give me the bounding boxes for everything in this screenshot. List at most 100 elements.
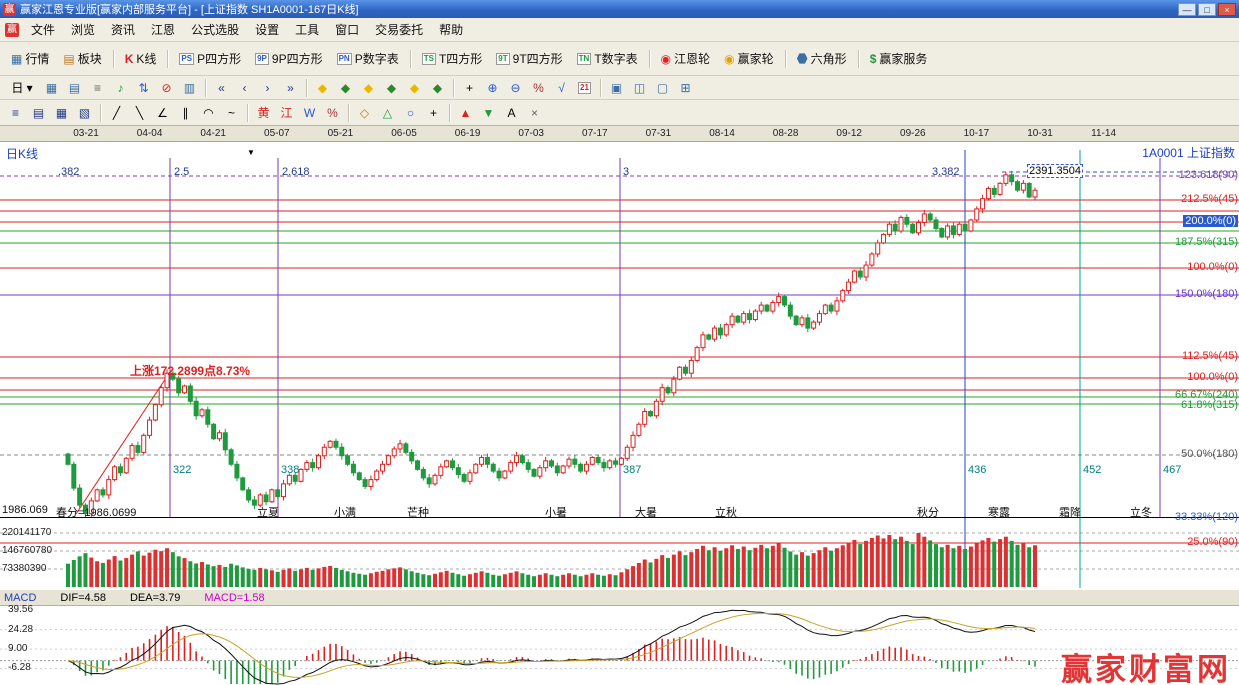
winner-wheel-button[interactable]: ◉赢家轮 — [717, 46, 781, 71]
app-menu-icon[interactable]: 赢 — [5, 23, 19, 37]
menu-browse[interactable]: 浏览 — [63, 20, 103, 40]
cross-line-tool-button[interactable]: + — [422, 102, 445, 123]
trend-line-tool-button[interactable]: ╱ — [105, 102, 128, 123]
diamond-marker-4-button[interactable]: ◆ — [380, 77, 403, 98]
menu-file[interactable]: 文件 — [23, 20, 63, 40]
next-bar-button[interactable]: › — [256, 77, 279, 98]
arc-tool-button[interactable]: ◠ — [197, 102, 220, 123]
volume-chart[interactable] — [0, 520, 1239, 590]
sound-alert-button[interactable]: ♪ — [109, 77, 132, 98]
crosshair-button[interactable]: + — [458, 77, 481, 98]
wave-tool-button[interactable]: ~ — [220, 102, 243, 123]
quote-list-button[interactable]: ▤ — [63, 77, 86, 98]
sectors-button[interactable]: ▤板块 — [56, 46, 108, 71]
text-label-tool-button[interactable]: A — [500, 102, 523, 123]
gann-angle-tool-button[interactable]: ∠ — [151, 102, 174, 123]
menu-trade-order[interactable]: 交易委托 — [367, 20, 431, 40]
menu-tools[interactable]: 工具 — [287, 20, 327, 40]
board-view-button[interactable]: ▦ — [40, 77, 63, 98]
percent-scale-icon: % — [533, 82, 544, 94]
rhombus-tool-button[interactable]: ◇ — [353, 102, 376, 123]
zoom-out-button[interactable]: ⊖ — [504, 77, 527, 98]
first-bar-button[interactable]: « — [210, 77, 233, 98]
diamond-marker-6-button[interactable]: ◆ — [426, 77, 449, 98]
last-bar-button[interactable]: » — [279, 77, 302, 98]
percent-line-tool-button[interactable]: % — [321, 102, 344, 123]
t-number-table-button[interactable]: TNT数字表 — [570, 46, 645, 71]
menu-settings[interactable]: 设置 — [247, 20, 287, 40]
p-square-button[interactable]: PSP四方形 — [172, 46, 248, 71]
date-tick-04-21: 04-21 — [200, 128, 226, 139]
split-pane-button[interactable]: ◫ — [628, 77, 651, 98]
erase-tool-button[interactable]: × — [523, 102, 546, 123]
diamond-marker-5-button[interactable]: ◆ — [403, 77, 426, 98]
menu-formula-stock-pick[interactable]: 公式选股 — [183, 20, 247, 40]
zoom-in-button[interactable]: ⊕ — [481, 77, 504, 98]
toolbar-separator — [785, 50, 786, 68]
golden-section-tool-button[interactable]: 黄 — [252, 102, 275, 123]
date-tick-08-14: 08-14 — [709, 128, 735, 139]
channel-tool-button[interactable]: ∥ — [174, 102, 197, 123]
grid-lines-tool-button[interactable]: ▤ — [27, 102, 50, 123]
9t-square-button[interactable]: 9T9T四方形 — [489, 46, 569, 71]
menu-bar: 赢 文件浏览资讯江恩公式选股设置工具窗口交易委托帮助 — [0, 18, 1239, 42]
w-pattern-tool-button[interactable]: W — [298, 102, 321, 123]
candlestick-chart[interactable] — [0, 142, 1239, 520]
maximize-button[interactable]: □ — [1198, 3, 1216, 16]
date-tick-03-21: 03-21 — [73, 128, 99, 139]
menu-news[interactable]: 资讯 — [103, 20, 143, 40]
info-list-button[interactable]: ≡ — [86, 77, 109, 98]
minimize-button[interactable]: — — [1178, 3, 1196, 16]
prev-bar-button[interactable]: ‹ — [233, 77, 256, 98]
gann-grid-tool-button[interactable]: ▦ — [50, 102, 73, 123]
menu-window[interactable]: 窗口 — [327, 20, 367, 40]
info-list-icon: ≡ — [94, 82, 101, 94]
sell-signal-tool-button[interactable]: ▼ — [477, 102, 500, 123]
gann-wheel-button[interactable]: ◉江恩轮 — [654, 46, 718, 71]
hexagon-button[interactable]: 六角形 — [790, 46, 854, 71]
grid-pane-button[interactable]: ⊞ — [674, 77, 697, 98]
buy-signal-tool-button[interactable]: ▲ — [454, 102, 477, 123]
macd-pane[interactable] — [0, 606, 1239, 685]
period-day-button[interactable]: 日 ▾ — [4, 77, 40, 98]
percent-scale-button[interactable]: % — [527, 77, 550, 98]
t-square-button[interactable]: TST四方形 — [415, 46, 490, 71]
price-chart-pane[interactable] — [0, 142, 1239, 520]
date-tick-06-19: 06-19 — [455, 128, 481, 139]
toolbar-separator — [113, 50, 114, 68]
blank-pane-button[interactable]: ▢ — [651, 77, 674, 98]
kline-icon: K — [125, 53, 134, 65]
toolbar-separator — [247, 104, 248, 122]
toolbar-separator — [205, 79, 206, 97]
close-button[interactable]: × — [1218, 3, 1236, 16]
kline-button[interactable]: KK线 — [118, 46, 164, 71]
volume-pane[interactable] — [0, 520, 1239, 591]
gann-line-tool-button[interactable]: 江 — [275, 102, 298, 123]
menu-help[interactable]: 帮助 — [431, 20, 471, 40]
panel-switch-button[interactable]: ▥ — [178, 77, 201, 98]
winner-service-button[interactable]: $赢家服务 — [863, 46, 935, 71]
down-line-tool-icon: ╲ — [136, 107, 143, 119]
diamond-marker-3-button[interactable]: ◆ — [357, 77, 380, 98]
market-quotes-button[interactable]: ▦行情 — [4, 46, 56, 71]
updown-sort-button[interactable]: ⇅ — [132, 77, 155, 98]
diamond-marker-1-button[interactable]: ◆ — [311, 77, 334, 98]
no-trade-button[interactable]: ⊘ — [155, 77, 178, 98]
single-pane-button[interactable]: ▣ — [605, 77, 628, 98]
down-line-tool-button[interactable]: ╲ — [128, 102, 151, 123]
hline-stack-tool-button[interactable]: ≡ — [4, 102, 27, 123]
arc-tool-icon: ◠ — [203, 107, 213, 119]
9p-square-button[interactable]: 9P9P四方形 — [248, 46, 329, 71]
diagonal-grid-tool-button[interactable]: ▧ — [73, 102, 96, 123]
t-square-label: T四方形 — [439, 50, 482, 67]
menu-gann[interactable]: 江恩 — [143, 20, 183, 40]
indicator-formula-button[interactable]: √ — [550, 77, 573, 98]
calendar-21-button[interactable]: 21 — [573, 77, 596, 98]
diamond-marker-2-button[interactable]: ◆ — [334, 77, 357, 98]
circle-tool-button[interactable]: ○ — [399, 102, 422, 123]
triangle-tool-button[interactable]: △ — [376, 102, 399, 123]
macd-chart[interactable] — [0, 606, 1239, 685]
indicator-name[interactable]: MACD — [4, 592, 36, 604]
sound-alert-icon: ♪ — [118, 82, 124, 94]
p-number-table-button[interactable]: PNP数字表 — [330, 46, 406, 71]
